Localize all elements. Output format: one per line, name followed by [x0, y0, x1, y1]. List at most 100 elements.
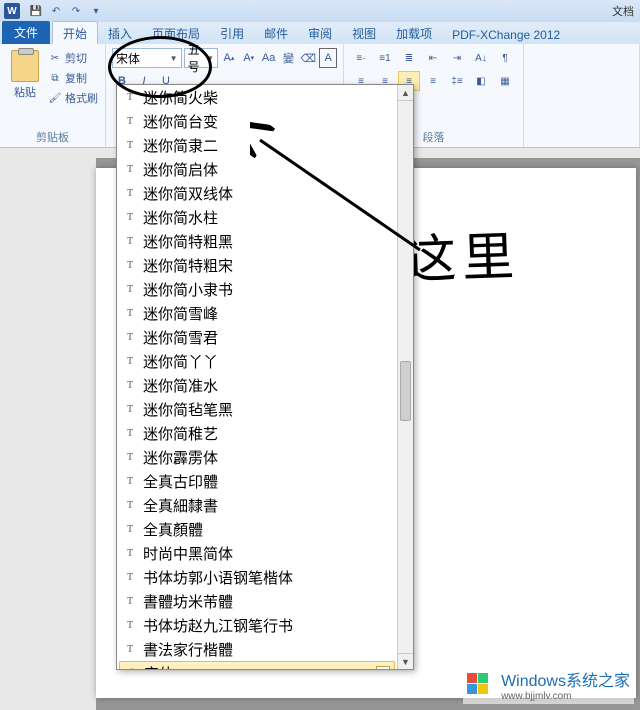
- scroll-track[interactable]: [398, 101, 413, 653]
- scrollbar[interactable]: ▲ ▼: [397, 85, 413, 669]
- font-option-label: 迷你霹雳体: [143, 447, 218, 468]
- grow-font-button[interactable]: A▴: [220, 48, 238, 68]
- windows-logo-icon: [467, 673, 495, 697]
- truetype-icon: T: [123, 236, 137, 247]
- font-option-label: 書體坊米芾體: [143, 591, 233, 612]
- format-painter-button[interactable]: 🖌 格式刷: [48, 88, 98, 108]
- cut-button[interactable]: ✂ 剪切: [48, 48, 98, 68]
- truetype-icon: T: [123, 476, 137, 487]
- paste-icon: [11, 50, 39, 82]
- qat-customize-icon[interactable]: ▾: [87, 3, 105, 19]
- borders-button[interactable]: ▦: [494, 71, 516, 91]
- sort-button[interactable]: A↓: [470, 48, 492, 68]
- font-option[interactable]: T全真顏體: [117, 517, 397, 541]
- tab-file[interactable]: 文件: [2, 21, 50, 44]
- annotation-text: 这里: [403, 214, 522, 293]
- font-option[interactable]: T书体坊郭小语钢笔楷体: [117, 565, 397, 589]
- font-size-combo[interactable]: 五号 ▼: [184, 48, 218, 68]
- font-option[interactable]: T迷你霹雳体: [117, 445, 397, 469]
- font-option-label: 迷你简丫丫: [143, 351, 218, 372]
- truetype-icon: T: [123, 524, 137, 535]
- tab-mailings[interactable]: 邮件: [254, 22, 298, 44]
- undo-icon[interactable]: ↶: [47, 3, 65, 19]
- document-title: 文档: [612, 3, 634, 19]
- watermark-brand: Windows系统之家: [501, 673, 630, 690]
- group-clipboard: 粘贴 ✂ 剪切 ⧉ 复制 🖌 格式刷 剪贴板: [0, 44, 106, 147]
- show-marks-button[interactable]: ¶: [494, 48, 516, 68]
- redo-icon[interactable]: ↷: [67, 3, 85, 19]
- font-option-label: 迷你简台变: [143, 111, 218, 132]
- font-option[interactable]: T迷你简火柴: [117, 85, 397, 109]
- truetype-icon: T: [123, 548, 137, 559]
- truetype-icon: T: [123, 356, 137, 367]
- font-option[interactable]: T 迷你简雪峰: [117, 301, 397, 325]
- save-icon[interactable]: 💾: [27, 3, 45, 19]
- tab-home[interactable]: 开始: [52, 21, 98, 44]
- font-option[interactable]: T书体坊赵九江钢笔行书: [117, 613, 397, 637]
- truetype-icon: T: [123, 596, 137, 607]
- line-spacing-button[interactable]: ‡≡: [446, 71, 468, 91]
- font-option[interactable]: T迷你简稚艺: [117, 421, 397, 445]
- align-distribute-button[interactable]: ≡: [422, 71, 444, 91]
- truetype-icon: T: [123, 644, 137, 655]
- font-option[interactable]: T 时尚中黑简体: [117, 541, 397, 565]
- font-option[interactable]: T迷你简双线体: [117, 181, 397, 205]
- font-option[interactable]: T迷你简毡笔黑: [117, 397, 397, 421]
- group-clipboard-label: 剪贴板: [6, 127, 99, 145]
- tab-addins[interactable]: 加载项: [386, 22, 442, 44]
- font-option[interactable]: T迷你简水柱: [117, 205, 397, 229]
- change-case-button[interactable]: Aa: [260, 48, 278, 68]
- tab-pdfxchange[interactable]: PDF-XChange 2012: [442, 25, 570, 44]
- font-option[interactable]: T全真古印體: [117, 469, 397, 493]
- tab-insert[interactable]: 插入: [98, 22, 142, 44]
- format-painter-label: 格式刷: [65, 90, 98, 106]
- font-dropdown-list[interactable]: T迷你简火柴T迷你简台变T迷你简隶二T迷你简启体T迷你简双线体T迷你简水柱T迷你…: [117, 85, 397, 669]
- font-option[interactable]: T迷你简台变: [117, 109, 397, 133]
- font-option-label: 迷你简小隶书: [143, 279, 233, 300]
- group-styles: [524, 44, 640, 147]
- increase-indent-button[interactable]: ⇥: [446, 48, 468, 68]
- decrease-indent-button[interactable]: ⇤: [422, 48, 444, 68]
- tab-view[interactable]: 视图: [342, 22, 386, 44]
- truetype-icon: T: [123, 308, 137, 319]
- font-option[interactable]: T迷你简隶二: [117, 133, 397, 157]
- font-option[interactable]: T迷你简特粗宋: [117, 253, 397, 277]
- shrink-font-button[interactable]: A▾: [240, 48, 258, 68]
- paste-label: 粘贴: [6, 84, 44, 100]
- font-option-label: 迷你简雪峰: [143, 303, 218, 324]
- font-option[interactable]: T 迷你简丫丫: [117, 349, 397, 373]
- font-option-label: 迷你简双线体: [143, 183, 233, 204]
- chevron-down-icon[interactable]: ▾: [376, 666, 390, 669]
- bullets-button[interactable]: ≡·: [350, 48, 372, 68]
- character-border-button[interactable]: A: [319, 48, 337, 68]
- cut-label: 剪切: [65, 50, 87, 66]
- font-option[interactable]: T迷你简特粗黑: [117, 229, 397, 253]
- font-option[interactable]: T迷你简准水: [117, 373, 397, 397]
- scroll-up-arrow[interactable]: ▲: [398, 85, 413, 101]
- scroll-down-arrow[interactable]: ▼: [398, 653, 413, 669]
- font-option[interactable]: T迷你简雪君: [117, 325, 397, 349]
- font-option-label: 时尚中黑简体: [143, 543, 233, 564]
- font-option[interactable]: T迷你简小隶书: [117, 277, 397, 301]
- scroll-thumb[interactable]: [400, 361, 411, 421]
- truetype-icon: T: [123, 212, 137, 223]
- font-option[interactable]: T 書體坊米芾體: [117, 589, 397, 613]
- clear-formatting-button[interactable]: ⌫: [299, 48, 317, 68]
- copy-button[interactable]: ⧉ 复制: [48, 68, 98, 88]
- font-name-combo[interactable]: 宋体 ▼: [112, 48, 182, 68]
- font-option-selected[interactable]: O宋体▾: [119, 661, 395, 669]
- font-option[interactable]: T書法家行楷體: [117, 637, 397, 661]
- font-option[interactable]: T迷你简启体: [117, 157, 397, 181]
- tab-review[interactable]: 审阅: [298, 22, 342, 44]
- font-option-label: 迷你简准水: [143, 375, 218, 396]
- shading-button[interactable]: ◧: [470, 71, 492, 91]
- numbering-button[interactable]: ≡1: [374, 48, 396, 68]
- multilevel-list-button[interactable]: ≣: [398, 48, 420, 68]
- watermark: Windows系统之家 www.bjjmlv.com: [463, 665, 634, 704]
- paste-button[interactable]: 粘贴: [6, 48, 44, 108]
- font-option-label: 书体坊赵九江钢笔行书: [143, 615, 293, 636]
- phonetic-guide-button[interactable]: 變: [280, 48, 298, 68]
- font-option[interactable]: T全真細隸書: [117, 493, 397, 517]
- scissors-icon: ✂: [48, 51, 62, 65]
- tab-references[interactable]: 引用: [210, 22, 254, 44]
